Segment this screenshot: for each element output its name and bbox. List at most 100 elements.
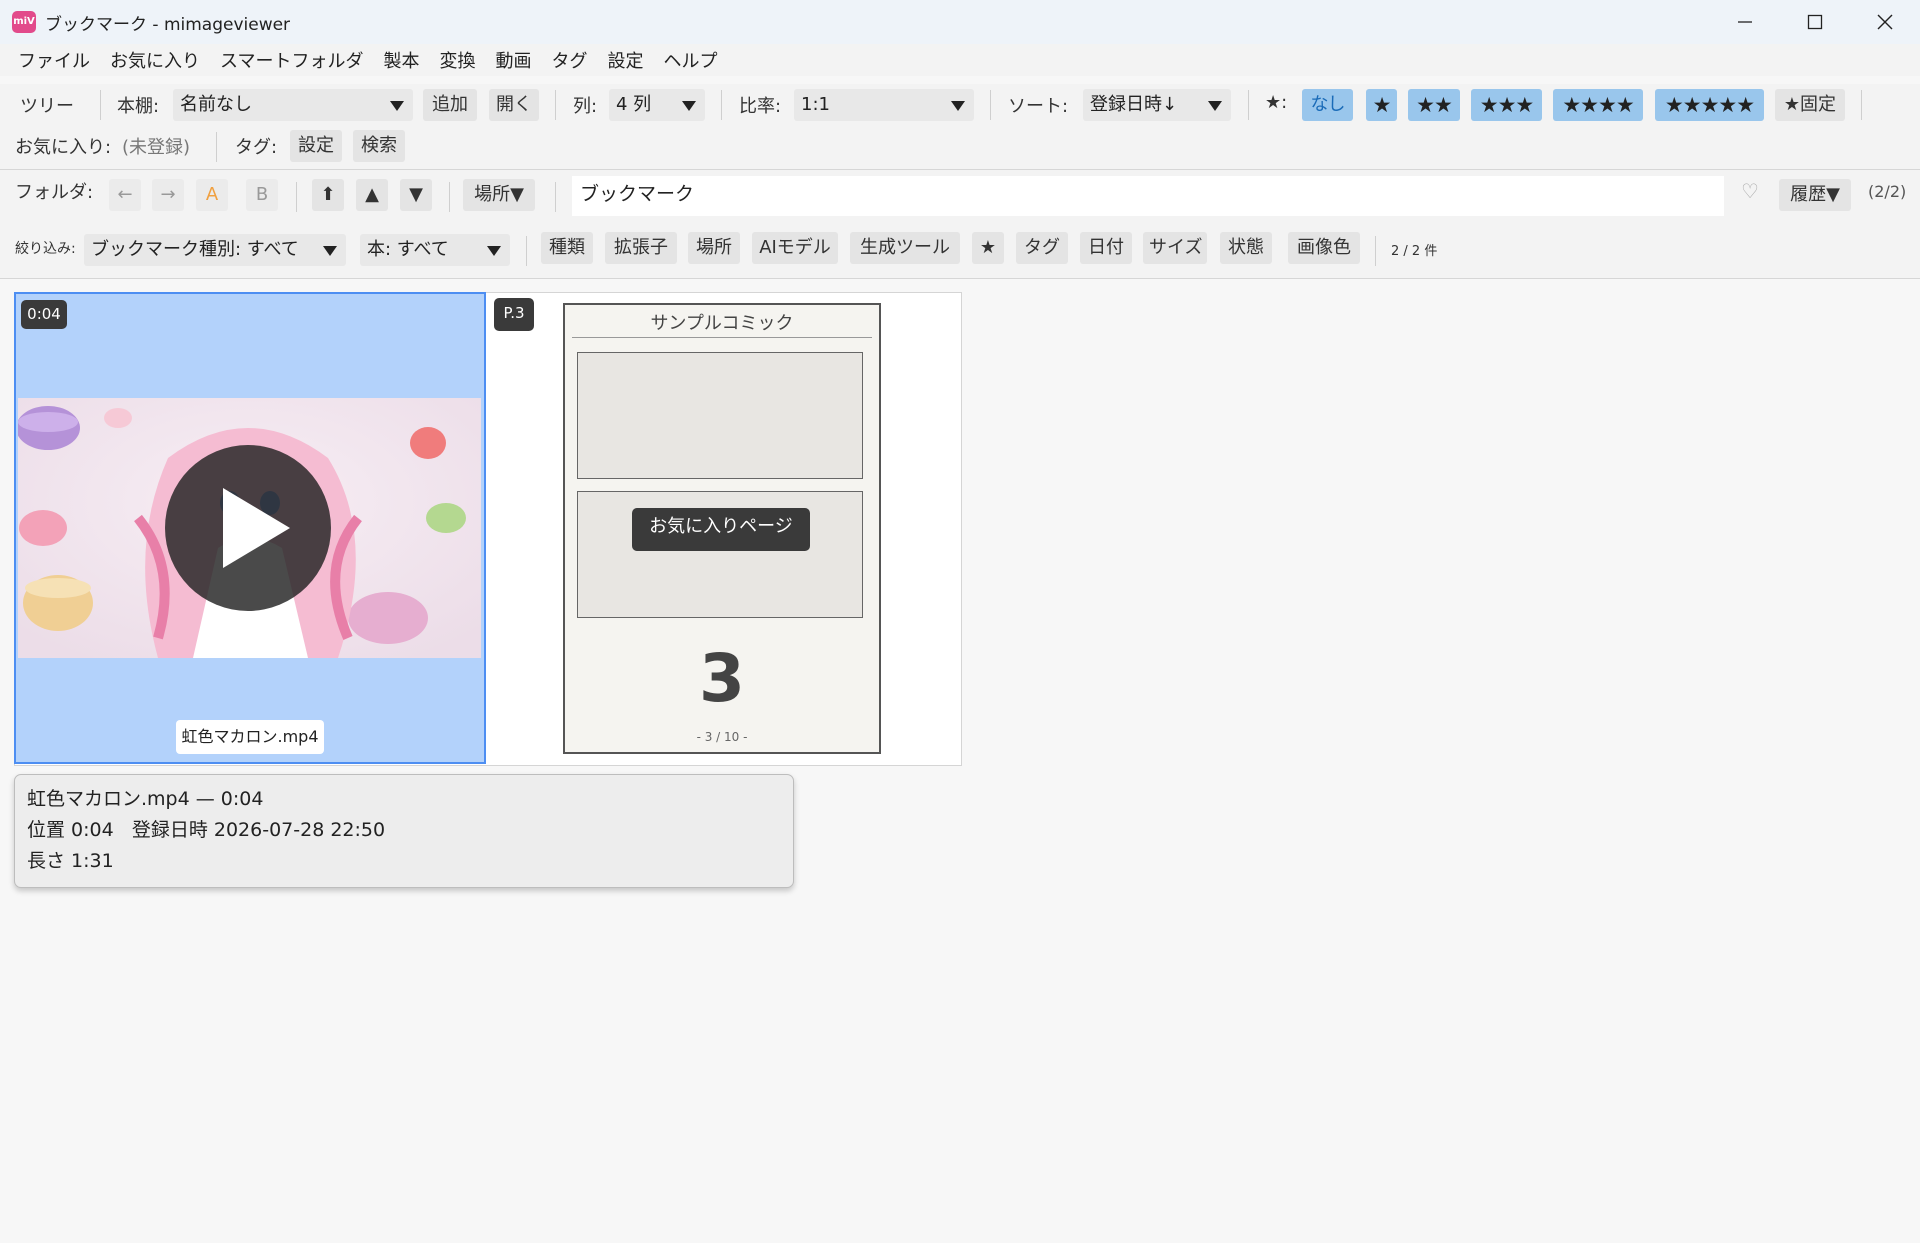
separator	[721, 90, 722, 120]
star-fixed-button[interactable]: ★固定	[1775, 89, 1845, 121]
close-button[interactable]	[1850, 0, 1920, 44]
filter-chip-tag[interactable]: タグ	[1016, 232, 1068, 264]
toolbar-row-1: ツリー 本棚: 名前なし 追加 開く 列: 4 列 比率: 1:1 ソート: 登…	[0, 84, 1920, 125]
chevron-down-icon	[390, 101, 404, 111]
comic-panel-1	[577, 352, 863, 479]
filter-chip-ai-model[interactable]: AIモデル	[752, 232, 838, 264]
close-icon	[1877, 14, 1893, 30]
tag-label: タグ:	[235, 137, 278, 158]
menu-settings[interactable]: 設定	[597, 47, 653, 73]
star-2-button[interactable]: ★★	[1408, 89, 1460, 121]
comic-page-card[interactable]: サンプルコミック お気に入りページ 3 - 3 / 10 -	[563, 303, 881, 754]
separator	[1248, 90, 1249, 120]
columns-select[interactable]: 4 列	[609, 89, 705, 121]
tag-search-button[interactable]: 検索	[353, 130, 405, 162]
filter-bar: 絞り込み: ブックマーク種別: すべて 本: すべて 種類 拡張子 場所 AIモ…	[0, 224, 1920, 279]
tree-toggle[interactable]: ツリー	[20, 92, 74, 118]
menu-convert[interactable]: 変換	[429, 47, 485, 73]
book-select-value: 本: すべて	[367, 239, 449, 260]
shelf-label: 本棚:	[117, 96, 160, 117]
ratio-label: 比率:	[739, 96, 782, 117]
menu-bar: ファイル お気に入り スマートフォルダ 製本 変換 動画 タグ 設定 ヘルプ	[0, 44, 1920, 76]
separator	[216, 132, 217, 162]
menu-favorites[interactable]: お気に入り	[100, 47, 210, 73]
filter-chip-date[interactable]: 日付	[1080, 232, 1132, 264]
tag-set-button[interactable]: 設定	[290, 130, 342, 162]
video-thumbnail[interactable]	[18, 398, 481, 658]
filter-chip-place[interactable]: 場所	[688, 232, 740, 264]
page-info: - 3 / 10 -	[696, 730, 748, 744]
tooltip-position-date: 位置 0:04 登録日時 2026-07-28 22:50	[27, 819, 386, 841]
filter-chip-color[interactable]: 画像色	[1288, 232, 1360, 264]
bookmark-type-select[interactable]: ブックマーク種別: すべて	[84, 234, 346, 266]
star-5-button[interactable]: ★★★★★	[1655, 89, 1764, 121]
filter-chip-size[interactable]: サイズ	[1143, 232, 1207, 264]
video-thumbnail-image	[18, 398, 481, 658]
menu-video[interactable]: 動画	[485, 47, 541, 73]
favorite-status: (未登録)	[122, 137, 191, 158]
minimize-icon	[1738, 21, 1752, 23]
shelf-select-value: 名前なし	[180, 94, 252, 115]
menu-tag[interactable]: タグ	[541, 47, 597, 73]
chevron-down-icon	[323, 246, 337, 256]
maximize-button[interactable]	[1780, 0, 1850, 44]
favorite-page-label: お気に入りページ	[632, 508, 810, 551]
bookmark-a-button[interactable]: A	[196, 179, 228, 211]
separator	[555, 182, 556, 212]
menu-smart-folder[interactable]: スマートフォルダ	[210, 47, 373, 73]
timestamp-badge: 0:04	[21, 300, 67, 329]
filter-label: 絞り込み:	[15, 241, 76, 257]
add-button[interactable]: 追加	[423, 89, 477, 121]
columns-label: 列:	[573, 96, 598, 117]
star-1-button[interactable]: ★	[1366, 89, 1397, 121]
separator	[449, 182, 450, 212]
separator	[296, 182, 297, 212]
separator	[1861, 90, 1862, 120]
info-tooltip: 虹色マカロン.mp4 — 0:04 位置 0:04 登録日時 2026-07-2…	[14, 774, 794, 888]
filter-chip-tool[interactable]: 生成ツール	[850, 232, 960, 264]
history-button[interactable]: 履歴▼	[1779, 179, 1851, 211]
maximize-icon	[1807, 14, 1823, 30]
filter-chip-kind[interactable]: 種類	[541, 232, 593, 264]
separator	[1375, 236, 1376, 266]
book-select[interactable]: 本: すべて	[360, 234, 510, 266]
video-filename-label: 虹色マカロン.mp4	[176, 720, 324, 754]
menu-file[interactable]: ファイル	[8, 47, 100, 73]
menu-help[interactable]: ヘルプ	[653, 47, 727, 73]
path-input[interactable]: ブックマーク	[572, 176, 1724, 216]
favorite-label: お気に入り:	[15, 137, 112, 158]
top-folder-button[interactable]: ⬆	[312, 179, 344, 211]
ratio-select[interactable]: 1:1	[794, 89, 974, 121]
filter-chip-extension[interactable]: 拡張子	[605, 232, 677, 264]
minimize-button[interactable]	[1710, 0, 1780, 44]
star-filter-label: ★:	[1265, 92, 1288, 113]
separator	[555, 90, 556, 120]
star-3-button[interactable]: ★★★	[1471, 89, 1542, 121]
columns-select-value: 4 列	[616, 94, 652, 115]
sort-select-value: 登録日時↓	[1090, 94, 1178, 115]
filter-chip-star[interactable]: ★	[972, 232, 1004, 264]
bookmark-b-button[interactable]: B	[246, 179, 278, 211]
child-folder-button[interactable]: ▼	[400, 179, 432, 211]
heart-icon[interactable]: ♡	[1741, 179, 1759, 203]
menu-binding[interactable]: 製本	[373, 47, 429, 73]
tooltip-title: 虹色マカロン.mp4 — 0:04	[27, 788, 264, 810]
title-bar: miV ブックマーク - mimageviewer	[0, 0, 1920, 44]
forward-button[interactable]: →	[152, 179, 184, 211]
page-badge: P.3	[494, 298, 534, 331]
sort-select[interactable]: 登録日時↓	[1083, 89, 1231, 121]
separator	[526, 236, 527, 266]
shelf-select[interactable]: 名前なし	[173, 89, 413, 121]
chevron-down-icon	[951, 101, 965, 111]
toolbar-row-2: お気に入り: (未登録) タグ: 設定 検索	[0, 125, 1920, 170]
back-button[interactable]: ←	[109, 179, 141, 211]
chevron-down-icon	[1208, 101, 1222, 111]
star-none-button[interactable]: なし	[1302, 89, 1353, 121]
place-button[interactable]: 場所▼	[463, 179, 535, 211]
star-4-button[interactable]: ★★★★	[1553, 89, 1643, 121]
parent-folder-button[interactable]: ▲	[356, 179, 388, 211]
folder-count: (2/2)	[1868, 182, 1907, 201]
filter-chip-state[interactable]: 状態	[1220, 232, 1272, 264]
ratio-select-value: 1:1	[801, 94, 830, 115]
open-button[interactable]: 開く	[489, 89, 539, 121]
